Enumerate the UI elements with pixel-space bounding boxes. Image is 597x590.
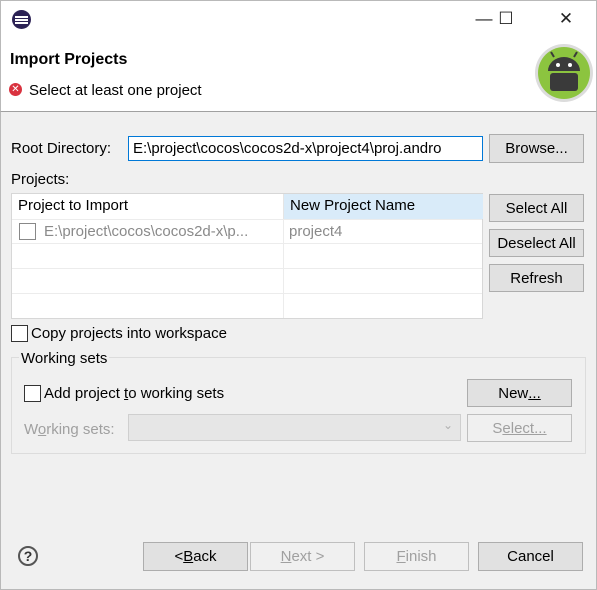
projects-table[interactable]: Project to Import New Project Name E:\pr… — [11, 193, 483, 319]
column-header-new-name[interactable]: New Project Name — [283, 194, 483, 219]
eclipse-icon — [12, 10, 31, 29]
select-working-sets-button[interactable]: Select... — [467, 414, 572, 442]
error-icon: ✕ — [9, 83, 22, 96]
project-path-cell[interactable]: E:\project\cocos\cocos2d-x\p... — [44, 223, 279, 240]
browse-button[interactable]: Browse... — [489, 134, 584, 163]
root-directory-input[interactable]: E:\project\cocos\cocos2d-x\project4\proj… — [128, 136, 483, 161]
project-checkbox[interactable] — [19, 223, 36, 240]
column-header-project[interactable]: Project to Import — [12, 194, 283, 219]
maximize-button[interactable]: ☐ — [483, 0, 529, 37]
working-sets-title: Working sets — [19, 350, 110, 367]
copy-projects-checkbox[interactable] — [11, 325, 28, 342]
wizard-header: Import Projects ✕ Select at least one pr… — [0, 38, 597, 112]
deselect-all-button[interactable]: Deselect All — [489, 229, 584, 257]
add-to-working-sets-label: Add project to working sets — [44, 385, 225, 402]
copy-projects-label: Copy projects into workspace — [31, 325, 227, 342]
working-sets-label: Working sets: — [24, 421, 115, 438]
help-icon[interactable]: ? — [18, 546, 38, 566]
add-to-working-sets-checkbox[interactable] — [24, 385, 41, 402]
refresh-button[interactable]: Refresh — [489, 264, 584, 292]
error-message: Select at least one project — [29, 82, 202, 99]
next-button[interactable]: Next > — [250, 542, 355, 571]
cancel-button[interactable]: Cancel — [478, 542, 583, 571]
finish-button[interactable]: Finish — [364, 542, 469, 571]
chevron-down-icon: ⌄ — [443, 418, 454, 432]
select-all-button[interactable]: Select All — [489, 194, 584, 222]
new-project-name-cell[interactable]: project4 — [289, 223, 342, 240]
page-title: Import Projects — [10, 51, 128, 68]
projects-label: Projects: — [11, 171, 70, 188]
android-logo — [535, 44, 593, 102]
close-button[interactable]: ✕ — [543, 0, 589, 37]
new-working-set-button[interactable]: New... — [467, 379, 572, 407]
root-directory-label: Root Directory: — [11, 140, 112, 157]
working-sets-combo[interactable] — [128, 414, 461, 441]
back-button[interactable]: < Back — [143, 542, 248, 571]
